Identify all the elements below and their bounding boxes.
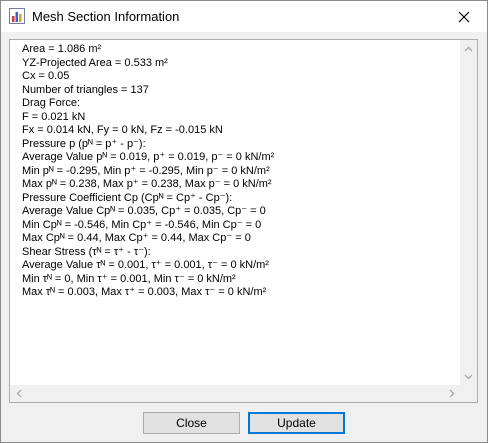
info-line: Area = 1.086 m² bbox=[22, 43, 102, 55]
info-line: Number of triangles = 137 bbox=[22, 83, 149, 96]
scroll-right-icon[interactable] bbox=[443, 385, 460, 402]
horizontal-scrollbar[interactable] bbox=[10, 385, 460, 402]
info-line: Min Cpᴺ = -0.546, Min Cp⁺ = -0.546, Min … bbox=[22, 218, 262, 231]
scroll-up-icon[interactable] bbox=[460, 40, 477, 57]
info-line: Max pᴺ = 0.238, Max p⁺ = 0.238, Max p⁻ =… bbox=[22, 178, 272, 190]
mesh-section-dialog: Mesh Section Information Area = 1.086 m²… bbox=[0, 0, 488, 443]
info-content: Area = 1.086 m² YZ-Projected Area = 0.533… bbox=[22, 43, 274, 300]
update-button[interactable]: Update bbox=[248, 412, 345, 434]
info-line: YZ-Projected Area = 0.533 m² bbox=[22, 56, 168, 69]
info-line: Pressure p (pᴺ = p⁺ - p⁻): bbox=[22, 137, 146, 150]
info-line: Min pᴺ = -0.295, Min p⁺ = -0.295, Min p⁻… bbox=[22, 164, 270, 177]
info-line: Average Value Cpᴺ = 0.035, Cp⁺ = 0.035, … bbox=[22, 205, 266, 217]
info-line: Fx = 0.014 kN, Fy = 0 kN, Fz = -0.015 kN bbox=[22, 124, 223, 136]
title-bar[interactable]: Mesh Section Information bbox=[1, 1, 487, 32]
scrollbar-corner bbox=[460, 385, 477, 402]
window-title: Mesh Section Information bbox=[32, 9, 180, 24]
app-icon bbox=[9, 8, 25, 24]
scroll-down-icon[interactable] bbox=[460, 368, 477, 385]
info-text-area[interactable]: Area = 1.086 m² YZ-Projected Area = 0.533… bbox=[9, 39, 478, 403]
close-icon[interactable] bbox=[441, 1, 487, 32]
info-line: F = 0.021 kN bbox=[22, 110, 86, 123]
info-line: Average Value pᴺ = 0.019, p⁺ = 0.019, p⁻… bbox=[22, 151, 275, 163]
scroll-left-icon[interactable] bbox=[10, 385, 27, 402]
close-button[interactable]: Close bbox=[143, 412, 240, 434]
info-line: Cx = 0.05 bbox=[22, 70, 70, 82]
vertical-scrollbar[interactable] bbox=[460, 40, 477, 385]
info-line: Max Cpᴺ = 0.44, Max Cp⁺ = 0.44, Max Cp⁻ … bbox=[22, 232, 251, 244]
info-line: Min τᴺ = 0, Min τ⁺ = 0.001, Min τ⁻ = 0 k… bbox=[22, 272, 236, 285]
info-line: Shear Stress (τᴺ = τ⁺ - τ⁻): bbox=[22, 245, 151, 258]
info-line: Pressure Coefficient Cp (Cpᴺ = Cp⁺ - Cp⁻… bbox=[22, 191, 233, 204]
info-line: Drag Force: bbox=[22, 97, 81, 109]
info-line: Max τᴺ = 0.003, Max τ⁺ = 0.003, Max τ⁻ =… bbox=[22, 286, 267, 298]
info-line: Average Value τᴺ = 0.001, τ⁺ = 0.001, τ⁻… bbox=[22, 259, 269, 271]
